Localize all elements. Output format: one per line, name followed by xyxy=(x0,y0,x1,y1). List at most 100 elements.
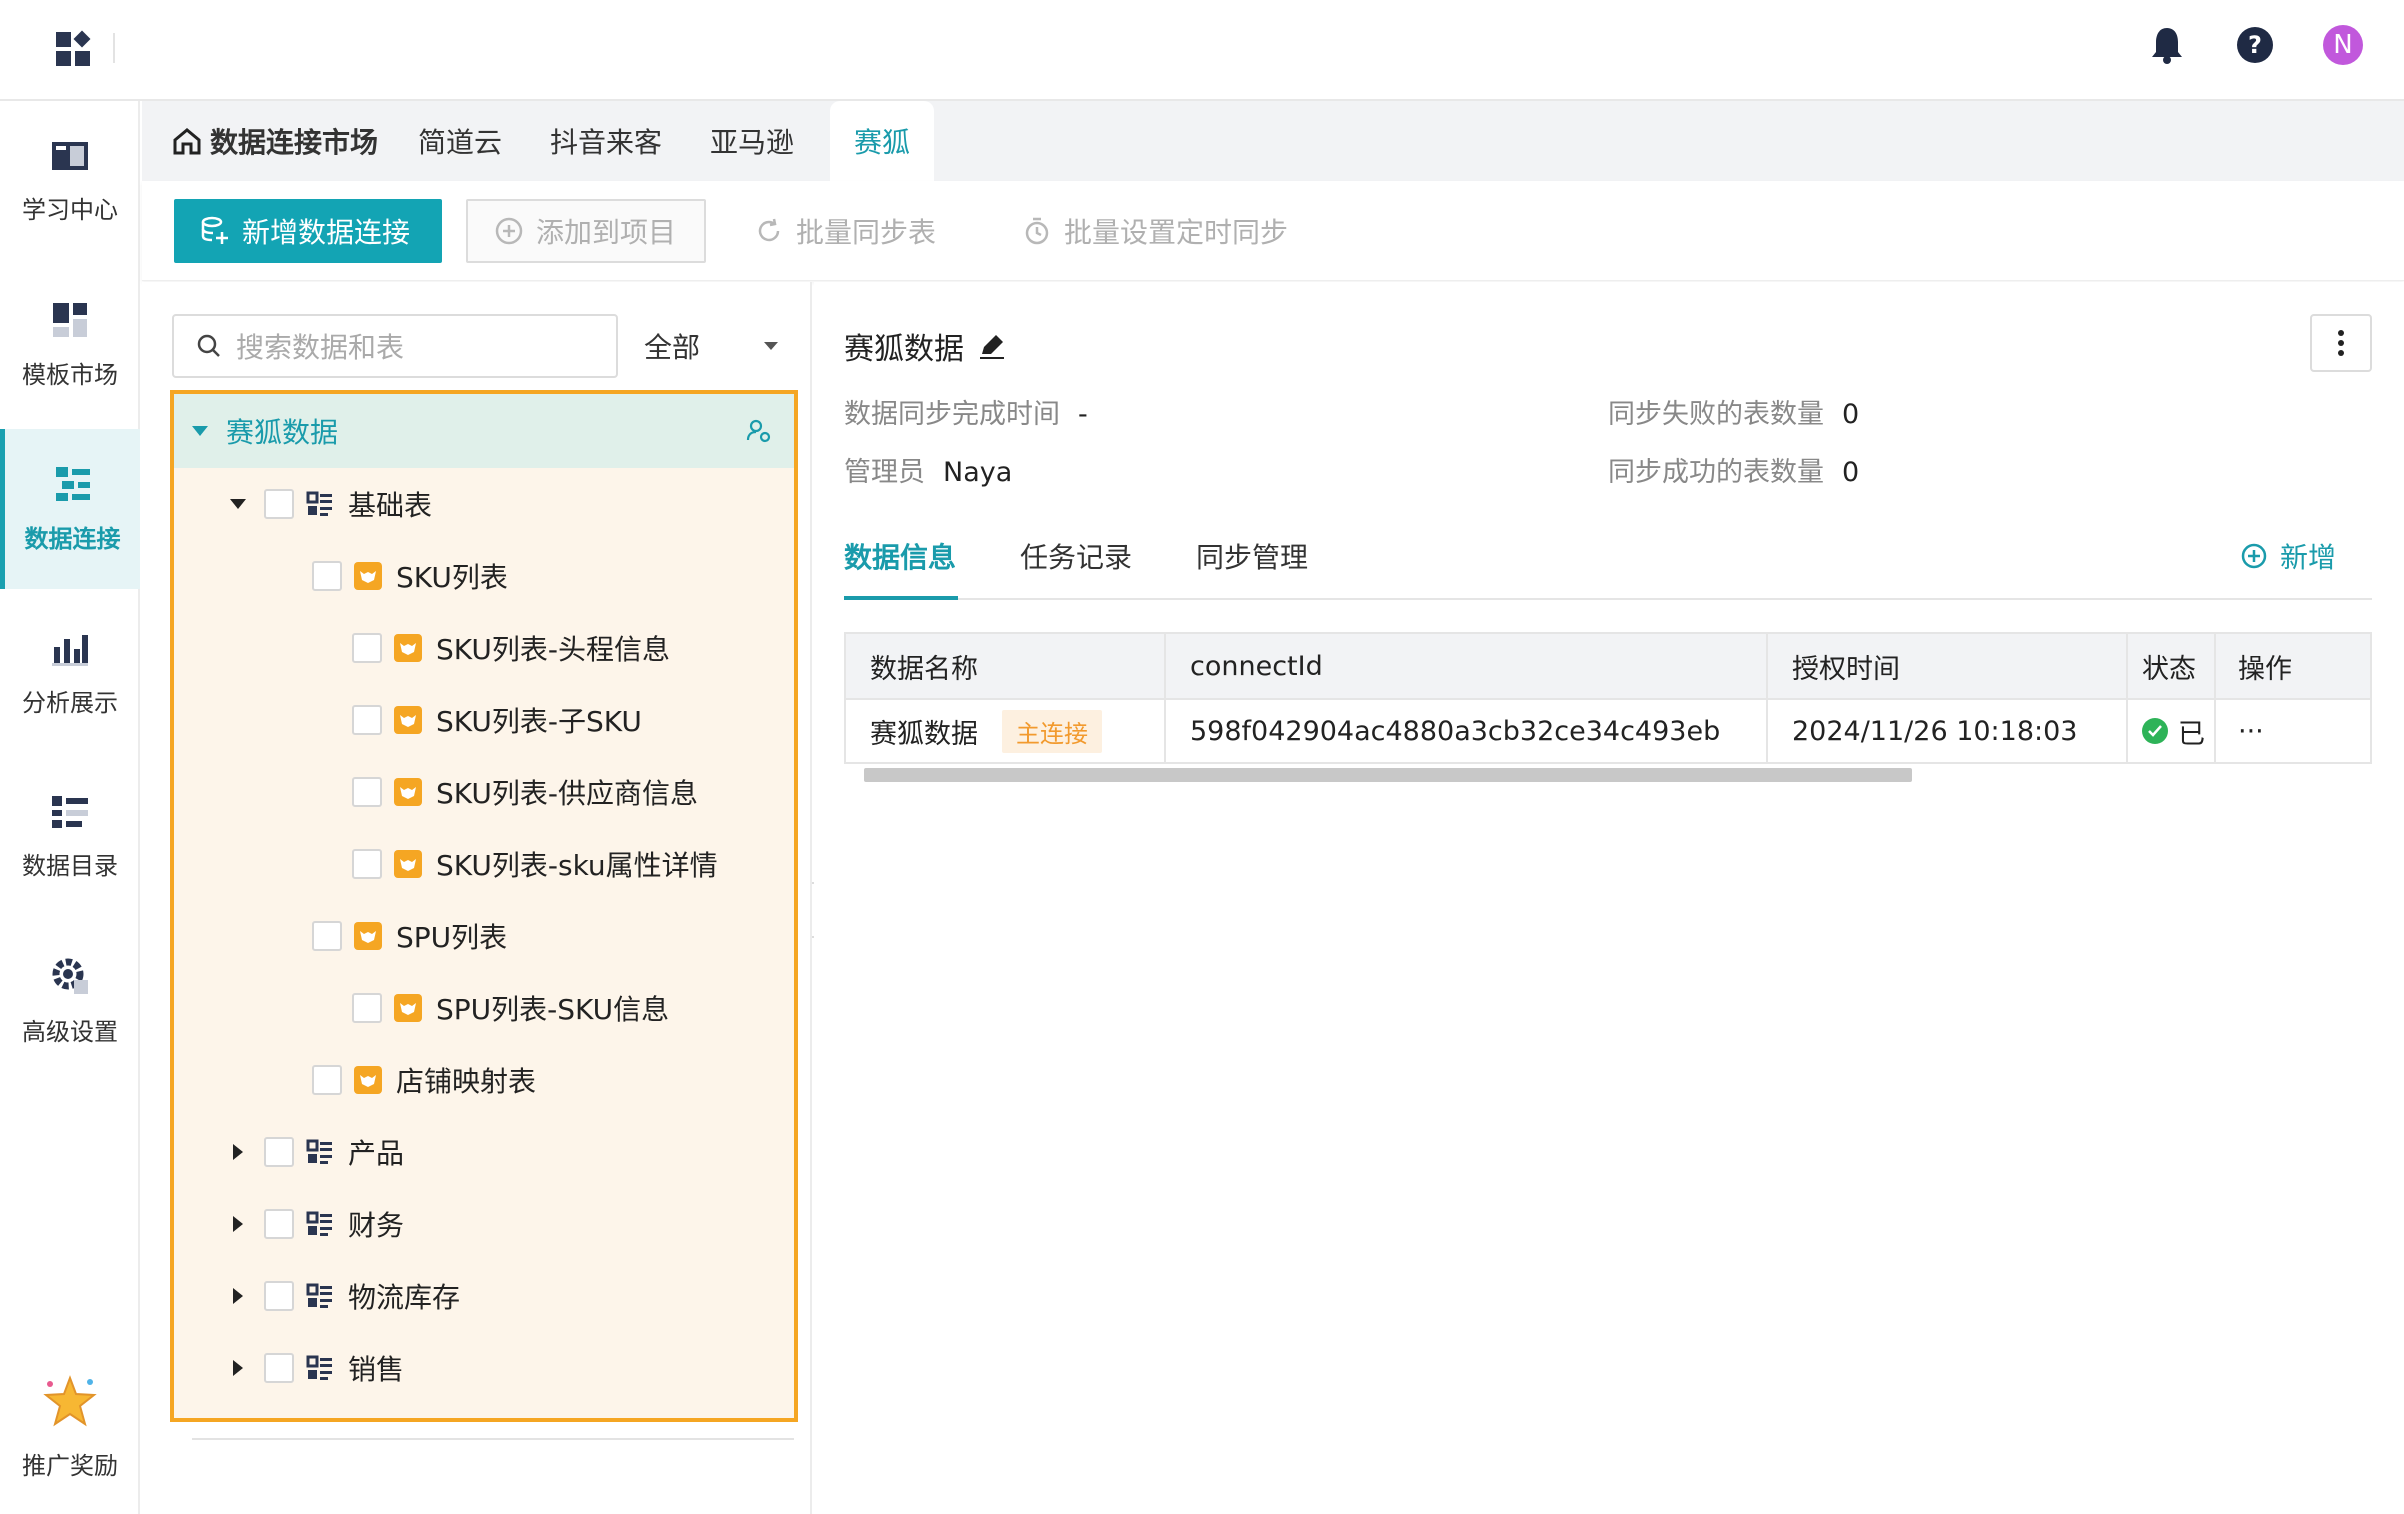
row-actions-button[interactable]: ··· xyxy=(2216,700,2370,762)
edit-icon[interactable] xyxy=(978,332,1006,360)
tree-group-finance[interactable]: 财务 xyxy=(226,1188,404,1260)
user-settings-icon[interactable] xyxy=(746,418,772,444)
saihu-icon xyxy=(394,706,422,734)
horizontal-scrollbar[interactable] xyxy=(844,764,2372,784)
meta-success-count: 同步成功的表数量 0 xyxy=(1608,450,1859,489)
tree-root[interactable]: 赛狐数据 xyxy=(174,394,794,468)
checkbox[interactable] xyxy=(264,1353,294,1383)
table-group-icon xyxy=(306,1283,332,1308)
tree-table-item[interactable]: SKU列表-子SKU xyxy=(352,684,642,756)
checkbox[interactable] xyxy=(264,1209,294,1239)
checkbox[interactable] xyxy=(352,705,382,735)
button-label: 新增数据连接 xyxy=(242,216,411,249)
timer-icon xyxy=(1025,217,1049,245)
filter-select[interactable]: 全部 xyxy=(642,314,792,378)
caret-right-icon[interactable] xyxy=(226,1212,250,1236)
tree-table-item[interactable]: SPU列表-SKU信息 xyxy=(352,972,669,1044)
new-connection-button[interactable]: 新增数据连接 xyxy=(174,199,442,263)
sidebar: 学习中心 模板市场 数据连接 分析展示 数据目录 高级设置 推广奖励 xyxy=(0,101,140,1514)
caret-right-icon[interactable] xyxy=(226,1356,250,1380)
checkbox[interactable] xyxy=(264,1281,294,1311)
home-icon xyxy=(173,128,201,155)
checkbox[interactable] xyxy=(312,921,342,951)
caret-right-icon[interactable] xyxy=(226,1284,250,1308)
tree-table-item[interactable]: SKU列表-头程信息 xyxy=(352,612,670,684)
checkbox[interactable] xyxy=(264,1137,294,1167)
tree-group-products[interactable]: 产品 xyxy=(226,1116,404,1188)
saihu-icon xyxy=(394,994,422,1022)
meta-sync-done: 数据同步完成时间 - xyxy=(844,392,1088,431)
tree-group-sales[interactable]: 销售 xyxy=(226,1332,404,1404)
tree-label: SKU列表-子SKU xyxy=(436,705,642,738)
sidebar-item-templates[interactable]: 模板市场 xyxy=(0,265,140,425)
tree-table-item[interactable]: SPU列表 xyxy=(312,900,507,972)
connection-name: 赛狐数据 xyxy=(870,718,978,750)
checkbox[interactable] xyxy=(312,1065,342,1095)
checkbox[interactable] xyxy=(352,993,382,1023)
sidebar-item-analysis[interactable]: 分析展示 xyxy=(0,593,140,753)
tree-table-item[interactable]: SKU列表-sku属性详情 xyxy=(352,828,718,900)
tree-table-item[interactable]: SKU列表 xyxy=(312,540,508,612)
sidebar-item-learning[interactable]: 学习中心 xyxy=(0,101,140,261)
top-bar: ? N xyxy=(0,0,2404,101)
bell-icon[interactable] xyxy=(2146,24,2188,66)
tab-label: 任务记录 xyxy=(1020,541,1133,574)
sidebar-item-data-connect[interactable]: 数据连接 xyxy=(0,429,140,589)
saihu-icon xyxy=(394,778,422,806)
help-icon[interactable]: ? xyxy=(2234,24,2276,66)
database-add-icon xyxy=(201,216,228,244)
table-row[interactable]: 赛狐数据 主连接 598f042904ac4880a3cb32ce34c493e… xyxy=(846,700,2370,762)
sidebar-item-catalog[interactable]: 数据目录 xyxy=(0,757,140,917)
meta-value: - xyxy=(1078,399,1088,430)
apps-icon[interactable] xyxy=(54,30,94,70)
saihu-icon xyxy=(354,1066,382,1094)
add-to-project-button[interactable]: 添加到项目 xyxy=(466,199,706,263)
caret-down-icon[interactable] xyxy=(188,419,212,443)
tree-group-basic[interactable]: 基础表 xyxy=(226,468,432,540)
batch-schedule-button[interactable]: 批量设置定时同步 xyxy=(996,199,1314,263)
meta-label: 管理员 xyxy=(844,457,925,488)
column-header: 状态 xyxy=(2128,634,2216,698)
meta-label: 同步成功的表数量 xyxy=(1608,457,1824,488)
meta-value: Naya xyxy=(943,457,1013,488)
sidebar-item-settings[interactable]: 高级设置 xyxy=(0,921,140,1081)
more-menu-button[interactable] xyxy=(2310,314,2372,372)
checkbox[interactable] xyxy=(352,777,382,807)
checkbox[interactable] xyxy=(352,849,382,879)
scrollbar-thumb[interactable] xyxy=(864,768,1912,782)
tab-sync-management[interactable]: 同步管理 xyxy=(1196,532,1308,600)
tree-label: 产品 xyxy=(348,1137,405,1170)
sidebar-item-label: 分析展示 xyxy=(22,688,118,717)
checkbox[interactable] xyxy=(312,561,342,591)
search-icon xyxy=(197,334,220,357)
search-input[interactable]: 搜索数据和表 xyxy=(172,314,618,378)
tab-data-market[interactable]: 数据连接市场 xyxy=(172,101,378,181)
tab-douyin[interactable]: 抖音来客 xyxy=(550,101,662,181)
checkbox[interactable] xyxy=(352,633,382,663)
add-new-button[interactable]: 新增 xyxy=(2240,536,2372,576)
tree-table-item[interactable]: SKU列表-供应商信息 xyxy=(352,756,698,828)
table-group-icon xyxy=(306,491,332,516)
tab-data-info[interactable]: 数据信息 xyxy=(844,532,958,600)
caret-down-icon[interactable] xyxy=(226,492,250,516)
tree-table-item[interactable]: 店铺映射表 xyxy=(312,1044,536,1116)
tree-label: SKU列表-供应商信息 xyxy=(436,777,698,810)
sync-icon xyxy=(758,218,780,242)
batch-sync-button[interactable]: 批量同步表 xyxy=(728,199,962,263)
tab-task-records[interactable]: 任务记录 xyxy=(1020,532,1132,600)
tree-label: 财务 xyxy=(348,1209,405,1242)
connection-table: 数据名称 connectId 授权时间 状态 操作 赛狐数据 主连接 598f0… xyxy=(844,632,2372,764)
tree-group-logistics[interactable]: 物流库存 xyxy=(226,1260,460,1332)
sidebar-item-rewards[interactable]: 推广奖励 xyxy=(0,1347,140,1507)
tab-label: 数据连接市场 xyxy=(210,126,379,159)
caret-right-icon[interactable] xyxy=(226,1140,250,1164)
tab-amazon[interactable]: 亚马逊 xyxy=(710,101,794,181)
tab-saihu[interactable]: 赛狐 xyxy=(830,101,935,181)
tab-label: 同步管理 xyxy=(1196,541,1309,574)
button-label: 新增 xyxy=(2279,541,2336,574)
avatar[interactable]: N xyxy=(2323,25,2363,65)
tab-jiandaoyun[interactable]: 简道云 xyxy=(418,101,502,181)
catalog-icon xyxy=(52,795,88,828)
tree-label: 基础表 xyxy=(348,489,433,522)
checkbox[interactable] xyxy=(264,489,294,519)
